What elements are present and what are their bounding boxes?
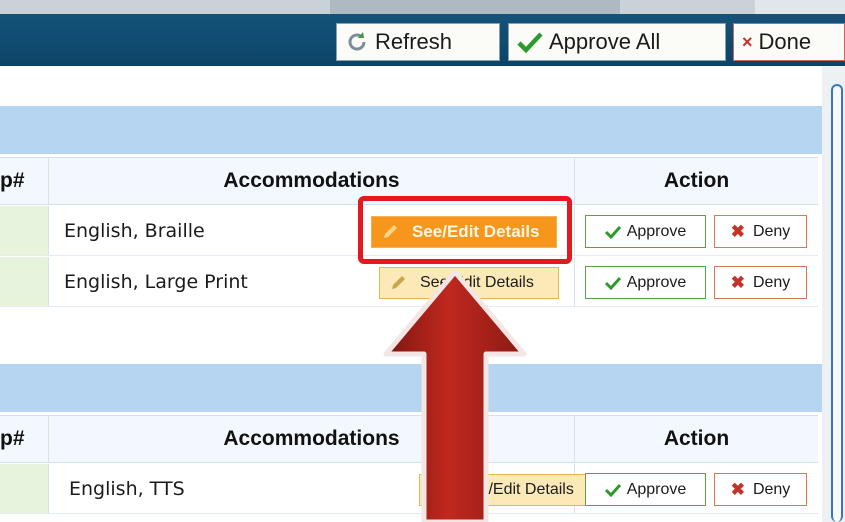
column-header-action: Action bbox=[663, 169, 730, 192]
column-header-number: p# bbox=[0, 416, 49, 462]
checkmark-icon bbox=[604, 483, 621, 497]
done-button[interactable]: × Done bbox=[733, 23, 845, 61]
group-header-1 bbox=[0, 106, 822, 154]
refresh-button[interactable]: Refresh bbox=[336, 23, 500, 61]
approve-button[interactable]: Approve bbox=[585, 473, 706, 506]
done-label: Done bbox=[758, 29, 812, 54]
row-number-cell bbox=[0, 464, 49, 513]
deny-button[interactable]: ✖ Deny bbox=[714, 473, 807, 506]
accommodations-text: English, Large Print bbox=[64, 270, 248, 293]
approve-button[interactable]: Approve bbox=[585, 215, 706, 248]
callout-highlight-box bbox=[358, 196, 572, 264]
x-icon: × bbox=[742, 31, 753, 52]
callout-arrow-icon bbox=[383, 269, 527, 522]
accommodations-text: English, Braille bbox=[64, 219, 205, 242]
x-icon: ✖ bbox=[730, 221, 745, 241]
column-header-action: Action bbox=[663, 427, 730, 450]
action-cell: Approve ✖ Deny bbox=[575, 464, 818, 513]
approve-label: Approve bbox=[626, 222, 687, 240]
scrollbar[interactable] bbox=[831, 84, 843, 522]
refresh-label: Refresh bbox=[375, 29, 453, 54]
approve-button[interactable]: Approve bbox=[585, 266, 706, 299]
approve-all-button[interactable]: Approve All bbox=[508, 23, 726, 61]
approve-label: Approve bbox=[626, 480, 687, 498]
x-icon: ✖ bbox=[730, 272, 745, 292]
accommodations-text: English, TTS bbox=[69, 477, 185, 500]
action-cell: Approve ✖ Deny bbox=[575, 257, 818, 306]
checkmark-icon bbox=[517, 32, 543, 53]
faded-tab bbox=[755, 0, 845, 14]
deny-button[interactable]: ✖ Deny bbox=[714, 215, 807, 248]
row-number-cell bbox=[0, 206, 49, 255]
refresh-icon bbox=[348, 32, 366, 51]
approve-label: Approve bbox=[626, 273, 687, 291]
column-header-number: p# bbox=[0, 158, 49, 204]
top-tab[interactable] bbox=[330, 0, 620, 14]
deny-button[interactable]: ✖ Deny bbox=[714, 266, 807, 299]
checkmark-icon bbox=[604, 276, 621, 290]
deny-label: Deny bbox=[752, 222, 791, 240]
row-number-cell bbox=[0, 257, 49, 306]
x-icon: ✖ bbox=[730, 479, 745, 499]
action-cell: Approve ✖ Deny bbox=[575, 206, 818, 255]
top-tab-strip bbox=[0, 0, 845, 14]
toolbar: Refresh Approve All × Done bbox=[0, 14, 845, 66]
deny-label: Deny bbox=[752, 480, 791, 498]
approve-all-label: Approve All bbox=[549, 29, 661, 54]
deny-label: Deny bbox=[752, 273, 791, 291]
checkmark-icon bbox=[604, 225, 621, 239]
